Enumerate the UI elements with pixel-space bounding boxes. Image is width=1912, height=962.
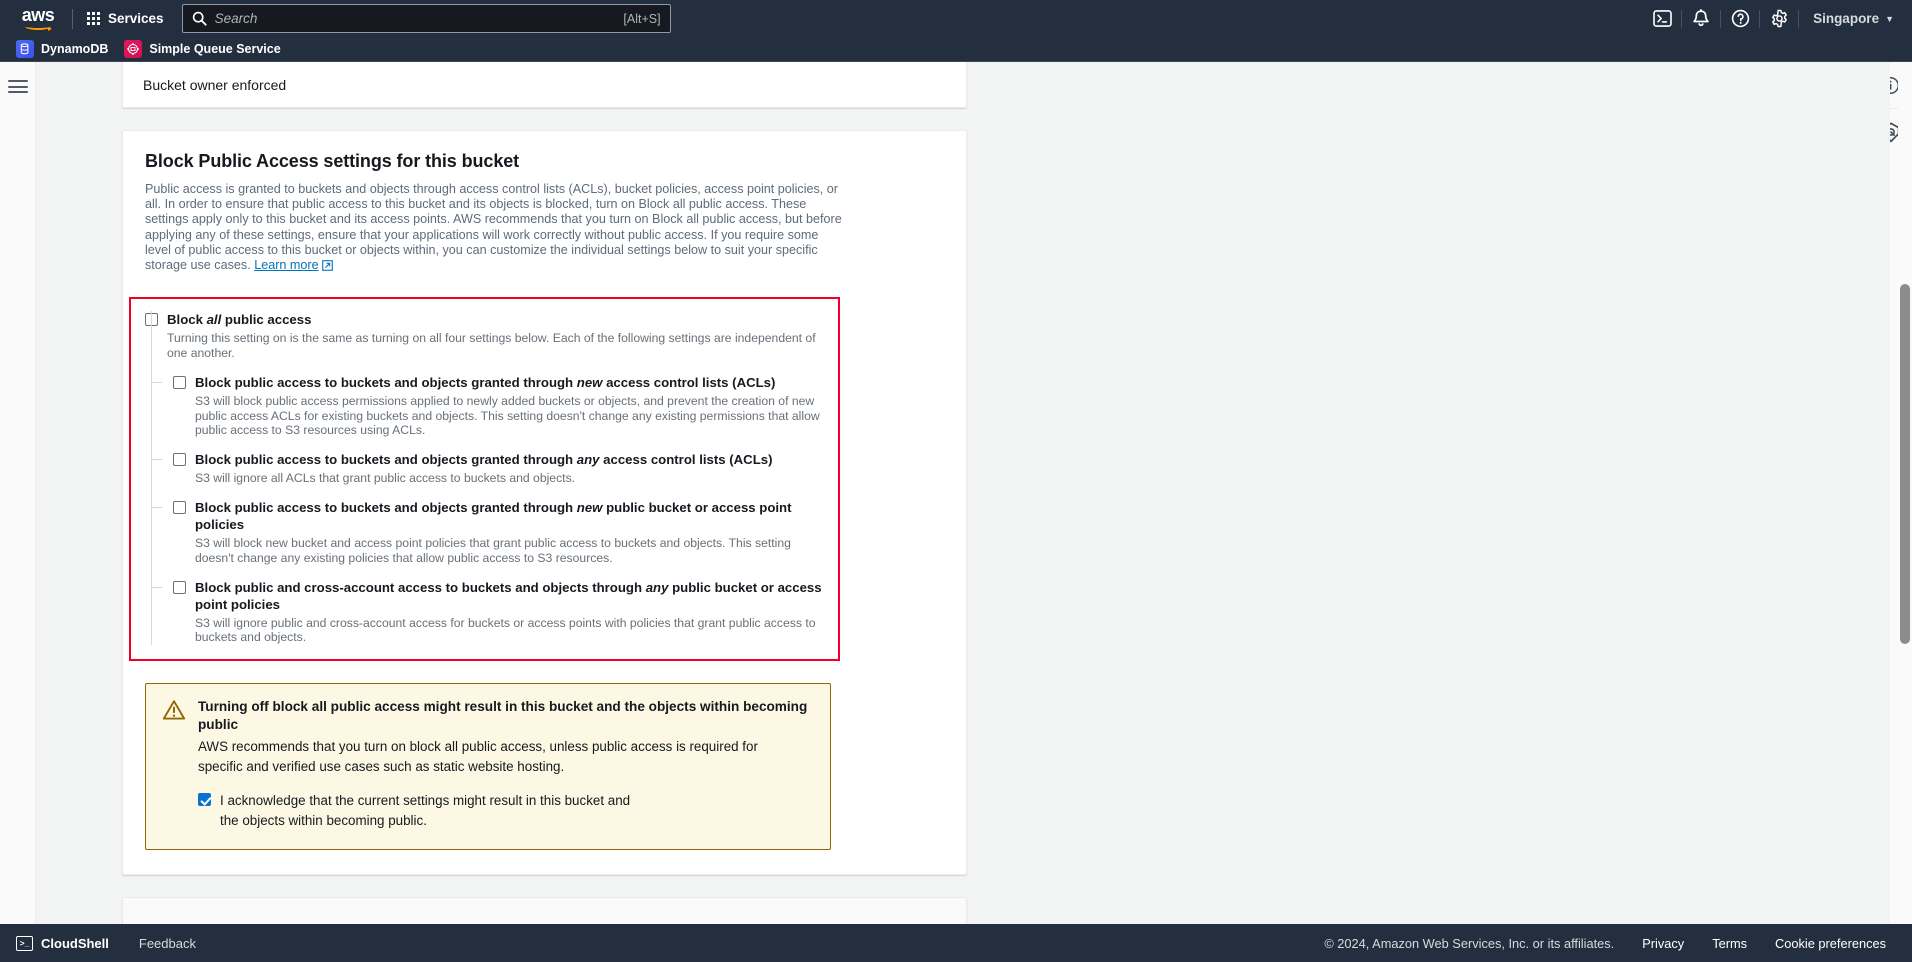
tree-elbow-connector (151, 586, 162, 588)
bpa-description-text: Public access is granted to buckets and … (145, 182, 842, 273)
services-label: Services (108, 11, 164, 26)
service-tab-label: Simple Queue Service (149, 42, 281, 56)
bpa-option-row[interactable]: Block public and cross-account access to… (151, 566, 824, 646)
cloudshell-footer-button[interactable]: >_ CloudShell (16, 935, 109, 951)
aws-logo[interactable]: aws (14, 4, 62, 31)
dynamodb-icon (16, 40, 34, 58)
label-emphasis: all (206, 312, 222, 328)
bpa-description: Public access is granted to buckets and … (145, 182, 845, 275)
label-prefix: Block public and cross-account access to… (195, 579, 646, 595)
block-new-policies-help: S3 will block new bucket and access poin… (195, 536, 791, 565)
block-any-policies-help: S3 will ignore public and cross-account … (195, 615, 816, 645)
alert-title: Turning off block all public access migh… (198, 699, 808, 733)
footer-right-group: © 2024, Amazon Web Services, Inc. or its… (1324, 936, 1912, 951)
block-public-access-options-highlight: Block all public access Turning this set… (129, 297, 840, 662)
cookie-preferences-link[interactable]: Cookie preferences (1775, 936, 1886, 951)
public-access-warning-alert: Turning off block all public access migh… (145, 683, 831, 851)
page-scrollbar[interactable]: ▼ (1898, 62, 1912, 962)
tree-elbow-connector (151, 459, 162, 461)
external-link-icon (321, 260, 333, 275)
block-any-acls-checkbox[interactable] (173, 453, 186, 467)
label-prefix: Block public access to buckets and objec… (195, 374, 577, 390)
tree-elbow-connector (151, 381, 162, 383)
acknowledge-label: I acknowledge that the current settings … (220, 793, 631, 829)
recent-services-bar: DynamoDB Simple Queue Service (0, 37, 1912, 62)
copyright-text: © 2024, Amazon Web Services, Inc. or its… (1324, 935, 1615, 951)
nav-divider (72, 8, 73, 29)
block-new-acls-checkbox[interactable] (173, 375, 186, 389)
main-scroll-region[interactable]: Bucket owner enforced Block Public Acces… (36, 62, 1890, 924)
bpa-option-tree: Block all public access Turning this set… (145, 311, 824, 646)
label-prefix: Block public access to buckets and objec… (195, 452, 577, 468)
footer-bar: >_ CloudShell Feedback © 2024, Amazon We… (0, 924, 1912, 962)
global-search-bar[interactable]: [Alt+S] (181, 4, 671, 33)
bpa-option-row[interactable]: Block public access to buckets and objec… (151, 438, 824, 486)
cloudshell-icon[interactable] (1643, 0, 1681, 37)
bucket-owner-enforced-label: Bucket owner enforced (143, 76, 287, 93)
page-content: Bucket owner enforced Block Public Acces… (36, 62, 1866, 924)
aws-logo-text: aws (21, 4, 55, 25)
acknowledge-checkbox[interactable] (198, 793, 211, 807)
region-label: Singapore (1813, 11, 1880, 26)
settings-gear-icon[interactable] (1760, 0, 1798, 37)
learn-more-link[interactable]: Learn more (254, 258, 333, 275)
block-any-policies-checkbox[interactable] (173, 580, 186, 594)
block-all-public-access-row[interactable]: Block all public access (145, 311, 824, 328)
services-menu-button[interactable]: Services (83, 6, 168, 31)
scrollbar-thumb[interactable] (1900, 284, 1910, 644)
label-prefix: Block (167, 312, 207, 328)
block-any-acls-label: Block public access to buckets and objec… (195, 451, 772, 468)
aws-logo-smile (25, 23, 52, 31)
alert-body-wrap: Turning off block all public access migh… (198, 698, 814, 831)
hamburger-menu-icon[interactable] (7, 80, 28, 93)
chevron-down-icon: ▼ (1885, 13, 1894, 24)
label-suffix: public access (221, 312, 312, 328)
block-public-access-card: Block Public Access settings for this bu… (122, 130, 967, 876)
bpa-option-row[interactable]: Block public access to buckets and objec… (151, 361, 824, 438)
help-question-icon[interactable] (1721, 0, 1759, 37)
label-emphasis: new (576, 374, 603, 390)
acknowledge-row[interactable]: I acknowledge that the current settings … (198, 791, 814, 831)
warning-triangle-icon (162, 699, 186, 831)
search-shortcut-hint: [Alt+S] (623, 11, 661, 26)
block-all-public-access-help: Turning this setting on is the same as t… (167, 331, 816, 361)
service-tab-label: DynamoDB (41, 42, 109, 56)
block-new-acls-label: Block public access to buckets and objec… (195, 374, 775, 391)
search-icon (192, 11, 207, 26)
block-new-policies-label: Block public access to buckets and objec… (195, 499, 824, 533)
object-ownership-card: Bucket owner enforced (122, 62, 967, 108)
service-tab-dynamodb[interactable]: DynamoDB (16, 40, 108, 58)
label-suffix: access control lists (ACLs) (602, 374, 776, 390)
block-new-acls-help: S3 will block public access permissions … (195, 393, 820, 438)
bpa-option-row[interactable]: Block public access to buckets and objec… (151, 486, 824, 566)
block-any-policies-label: Block public and cross-account access to… (195, 579, 824, 613)
learn-more-label: Learn more (254, 258, 319, 273)
left-navigation-rail (0, 62, 36, 924)
cloudshell-label: CloudShell (41, 935, 109, 951)
label-emphasis: any (576, 452, 600, 468)
service-tab-sqs[interactable]: Simple Queue Service (124, 40, 281, 58)
label-suffix: access control lists (ACLs) (599, 452, 773, 468)
cloudshell-icon: >_ (16, 935, 33, 951)
notifications-bell-icon[interactable] (1682, 0, 1720, 37)
label-emphasis: any (645, 579, 669, 595)
page-title: Block Public Access settings for this bu… (145, 151, 520, 171)
sqs-icon (124, 40, 143, 58)
search-input[interactable] (214, 11, 624, 26)
block-all-public-access-label: Block all public access (167, 311, 311, 328)
terms-link[interactable]: Terms (1712, 936, 1747, 951)
top-nav-right-group: Singapore ▼ (1643, 0, 1912, 37)
next-section-card (122, 897, 967, 924)
feedback-button[interactable]: Feedback (139, 936, 196, 951)
tree-elbow-connector (151, 507, 162, 508)
grid-menu-icon (87, 12, 100, 25)
label-prefix: Block public access to buckets and objec… (195, 500, 577, 515)
block-any-acls-help: S3 will ignore all ACLs that grant publi… (195, 471, 576, 486)
top-navigation-bar: aws Services [Alt+S] (0, 0, 1912, 37)
label-emphasis: new (576, 500, 603, 515)
region-selector-button[interactable]: Singapore ▼ (1799, 11, 1912, 26)
block-new-policies-checkbox[interactable] (173, 501, 186, 514)
alert-description: AWS recommends that you turn on block al… (198, 739, 758, 775)
privacy-link[interactable]: Privacy (1642, 936, 1684, 951)
